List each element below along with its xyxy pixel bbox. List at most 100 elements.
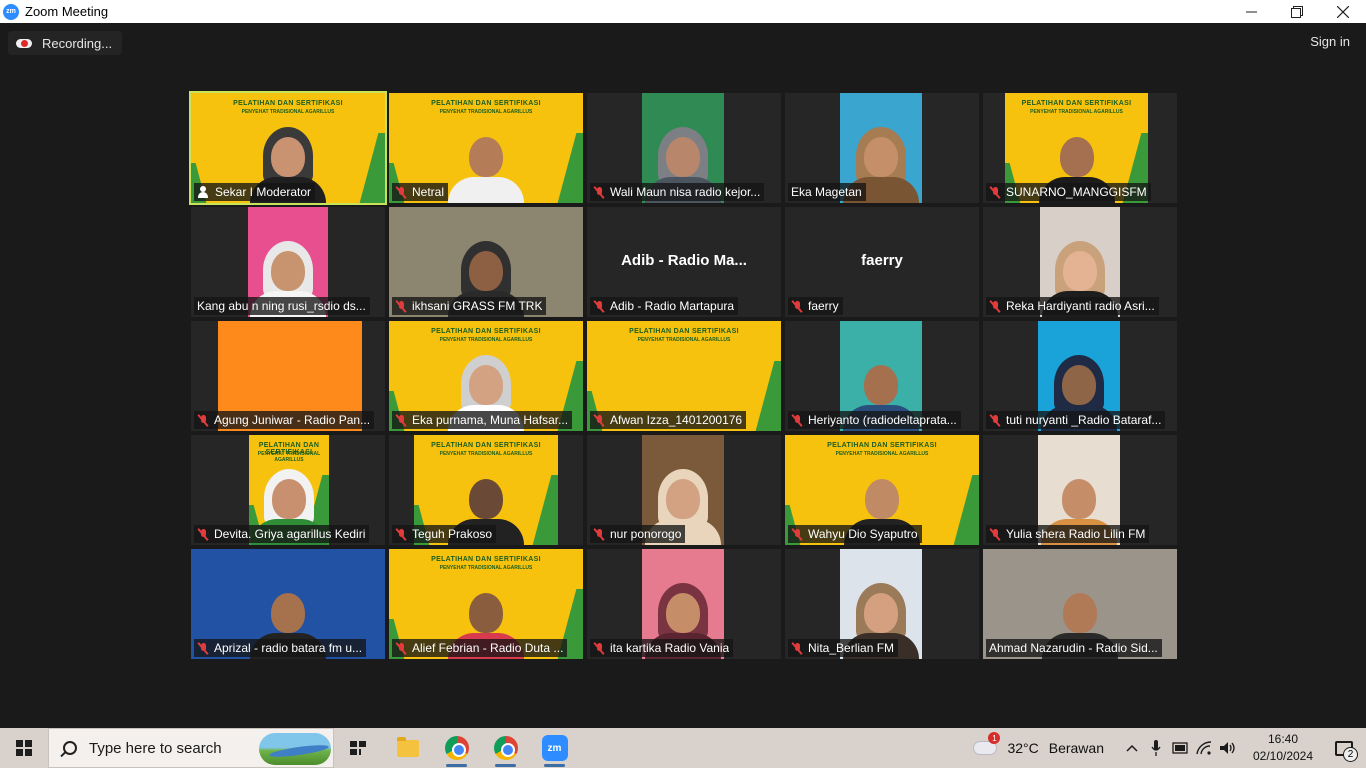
participant-name-label: Yulia shera Radio Lilin FM	[986, 525, 1150, 543]
participant-tile[interactable]: ikhsani GRASS FM TRK	[389, 207, 583, 317]
participant-name: Sekar I Moderator	[215, 185, 312, 199]
participant-tile[interactable]: Kang abu n ning rusi_rsdio ds...	[191, 207, 385, 317]
participant-tile[interactable]: nur ponorogo	[587, 435, 781, 545]
participant-tile[interactable]: PELATIHAN DAN SERTIFIKASI PENYEHAT TRADIS…	[189, 91, 387, 205]
participant-name-label: SUNARNO_MANGGISFM	[986, 183, 1151, 201]
participant-name-label: Devita. Griya agarillus Kediri	[194, 525, 370, 543]
show-hidden-icons-button[interactable]	[1120, 728, 1144, 768]
participant-tile[interactable]: Adib - Radio Ma... Adib - Radio Martapura	[587, 207, 781, 317]
action-center-button[interactable]: 2	[1322, 728, 1366, 768]
participant-tile[interactable]: PELATIHAN DAN SERTIFIKASI PENYEHAT TRADIS…	[191, 435, 385, 545]
participant-tile[interactable]: Aprizal - radio batara fm u...	[191, 549, 385, 659]
start-button[interactable]	[0, 728, 48, 768]
participant-tile[interactable]: Yulia shera Radio Lilin FM	[983, 435, 1177, 545]
microphone-muted-icon	[197, 527, 209, 541]
virtual-background-subtitle: PENYEHAT TRADISIONAL AGARILLUS	[439, 451, 533, 457]
participant-name-label: ikhsani GRASS FM TRK	[392, 297, 547, 315]
participant-tile[interactable]: Nita_Berlian FM	[785, 549, 979, 659]
participant-tile[interactable]: PELATIHAN DAN SERTIFIKASI PENYEHAT TRADIS…	[785, 435, 979, 545]
participant-silhouette	[448, 137, 524, 203]
zoom-app-icon: zm	[3, 3, 19, 20]
participant-tile[interactable]: Ahmad Nazarudin - Radio Sid...	[983, 549, 1177, 659]
participant-name: Agung Juniwar - Radio Pan...	[214, 413, 371, 427]
restore-button[interactable]	[1274, 0, 1320, 23]
zoom-taskbar-button[interactable]: zm	[530, 728, 579, 768]
sign-in-link[interactable]: Sign in	[1310, 34, 1350, 49]
participant-tile[interactable]: PELATIHAN DAN SERTIFIKASI PENYEHAT TRADIS…	[389, 321, 583, 431]
microphone-muted-icon	[197, 413, 209, 427]
participant-tile[interactable]: PELATIHAN DAN SERTIFIKASI PENYEHAT TRADIS…	[389, 435, 583, 545]
microphone-muted-icon	[593, 641, 605, 655]
participant-name-label: Netral	[392, 183, 449, 201]
participant-tile[interactable]: PELATIHAN DAN SERTIFIKASI PENYEHAT TRADIS…	[389, 549, 583, 659]
windows-taskbar: Type here to search zm 1 32°C Berawan 16…	[0, 728, 1366, 768]
recording-label: Recording...	[42, 35, 113, 51]
virtual-background-title: PELATIHAN DAN SERTIFIKASI	[629, 328, 739, 335]
minimize-icon	[1245, 11, 1257, 13]
virtual-background-subtitle: PENYEHAT TRADISIONAL AGARILLUS	[637, 337, 731, 343]
wifi-icon	[1196, 741, 1212, 755]
virtual-background-subtitle: PENYEHAT TRADISIONAL AGARILLUS	[835, 451, 929, 457]
task-view-icon	[349, 741, 368, 755]
participant-name-label: Afwan Izza_1401200176	[590, 411, 747, 429]
chrome-button-1[interactable]	[432, 728, 481, 768]
participant-name-label: Alief Febrian - Radio Duta ...	[392, 639, 568, 657]
gallery-view: PELATIHAN DAN SERTIFIKASI PENYEHAT TRADIS…	[188, 91, 1178, 661]
participant-display-name: faerry	[861, 252, 903, 269]
virtual-background-title: PELATIHAN DAN SERTIFIKASI	[233, 100, 343, 107]
recording-indicator[interactable]: Recording...	[8, 31, 123, 55]
participant-tile[interactable]: Heriyanto (radiodeltaprata...	[785, 321, 979, 431]
microphone-muted-icon	[197, 641, 209, 655]
volume-tray-button[interactable]	[1216, 728, 1240, 768]
microphone-muted-icon	[989, 299, 1001, 313]
microphone-muted-icon	[395, 413, 407, 427]
participant-tile[interactable]: ita kartika Radio Vania	[587, 549, 781, 659]
participant-name-label: Ahmad Nazarudin - Radio Sid...	[986, 639, 1162, 657]
window-title: Zoom Meeting	[25, 4, 109, 19]
chrome-button-2[interactable]	[481, 728, 530, 768]
participant-tile[interactable]: PELATIHAN DAN SERTIFIKASI PENYEHAT TRADIS…	[587, 321, 781, 431]
microphone-muted-icon	[395, 527, 407, 541]
taskbar-clock[interactable]: 16:40 02/10/2024	[1244, 731, 1322, 765]
participant-name-label: Wahyu Dio Syaputro	[788, 525, 922, 543]
windows-logo-icon	[16, 740, 32, 756]
participant-tile[interactable]: PELATIHAN DAN SERTIFIKASI PENYEHAT TRADIS…	[389, 93, 583, 203]
microphone-tray-button[interactable]	[1144, 728, 1168, 768]
participant-name: Afwan Izza_1401200176	[610, 413, 743, 427]
virtual-background-title: PELATIHAN DAN SERTIFIKASI	[431, 328, 541, 335]
participant-tile[interactable]: PELATIHAN DAN SERTIFIKASI PENYEHAT TRADIS…	[983, 93, 1177, 203]
participant-tile[interactable]: faerry faerry	[785, 207, 979, 317]
close-button[interactable]	[1320, 0, 1366, 23]
meeting-topbar: Recording... Sign in	[0, 23, 1366, 63]
wifi-tray-button[interactable]	[1192, 728, 1216, 768]
minimize-button[interactable]	[1228, 0, 1274, 23]
task-view-button[interactable]	[334, 728, 383, 768]
folder-icon	[396, 736, 419, 757]
participant-tile[interactable]: Wali Maun nisa radio kejor...	[587, 93, 781, 203]
taskbar-search-box[interactable]: Type here to search	[48, 728, 334, 768]
participant-tile[interactable]: Eka Magetan	[785, 93, 979, 203]
virtual-background-title: PELATIHAN DAN SERTIFIKASI	[827, 442, 937, 449]
participant-name-label: Reka Hardiyanti radio Asri...	[986, 297, 1159, 315]
microphone-muted-icon	[395, 185, 407, 199]
participant-name: SUNARNO_MANGGISFM	[1006, 185, 1147, 199]
virtual-background-subtitle: PENYEHAT TRADISIONAL AGARILLUS	[1030, 109, 1123, 115]
virtual-background-subtitle: PENYEHAT TRADISIONAL AGARILLUS	[257, 451, 321, 463]
microphone-muted-icon	[989, 185, 1001, 199]
chrome-icon	[493, 736, 518, 760]
participant-tile[interactable]: tuti nuryanti _Radio Bataraf...	[983, 321, 1177, 431]
participant-tile[interactable]: Reka Hardiyanti radio Asri...	[983, 207, 1177, 317]
close-icon	[1337, 5, 1349, 18]
participant-tile[interactable]: Agung Juniwar - Radio Pan...	[191, 321, 385, 431]
weather-widget[interactable]: 1 32°C Berawan	[973, 732, 1104, 756]
file-explorer-button[interactable]	[383, 728, 432, 768]
participant-name-label: nur ponorogo	[590, 525, 686, 543]
participant-name-label: Heriyanto (radiodeltaprata...	[788, 411, 961, 429]
battery-tray-button[interactable]	[1168, 728, 1192, 768]
participant-name-label: Nita_Berlian FM	[788, 639, 899, 657]
window-titlebar: zm Zoom Meeting	[0, 0, 1366, 23]
participant-name-label: faerry	[788, 297, 843, 315]
participant-name-label: Agung Juniwar - Radio Pan...	[194, 411, 375, 429]
speaker-icon	[1220, 742, 1235, 754]
participant-name: Adib - Radio Martapura	[610, 299, 735, 313]
